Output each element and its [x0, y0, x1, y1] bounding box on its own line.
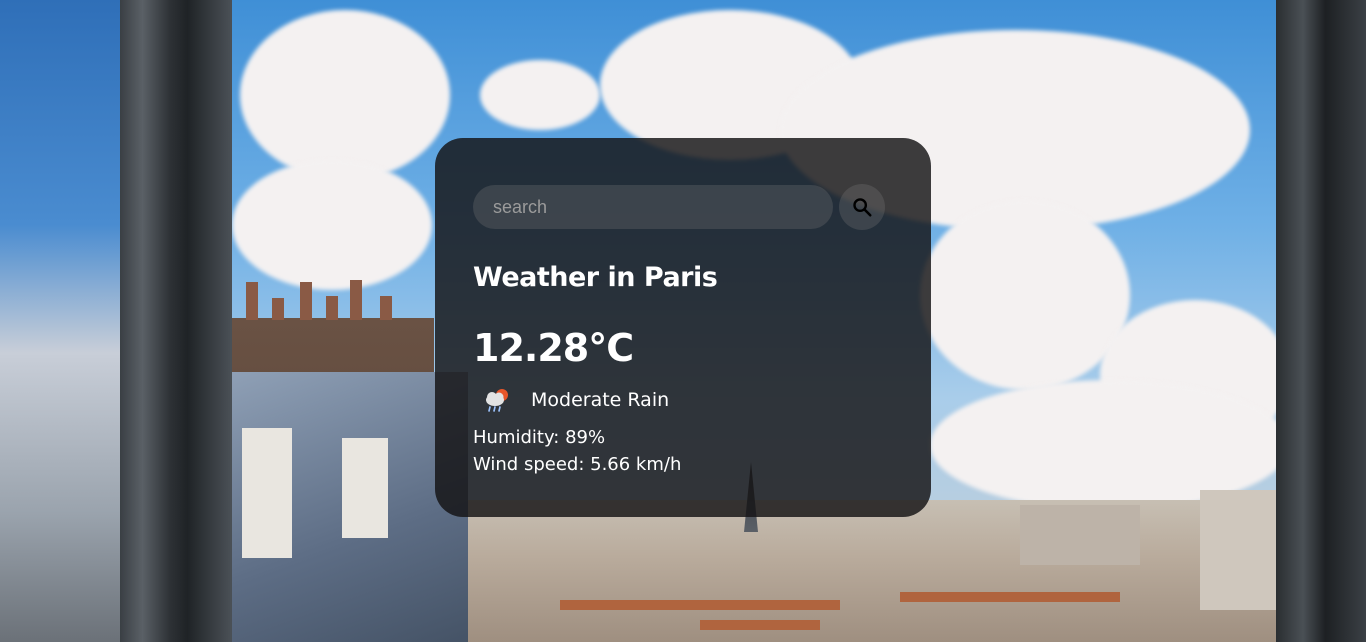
cloud [920, 200, 1130, 390]
chimney [246, 282, 258, 320]
chimney [326, 296, 338, 320]
weather-card: Weather in Paris 12.28°C Moderate Rain H… [435, 138, 931, 517]
temperature: 12.28°C [473, 326, 634, 370]
wind-speed: Wind speed: 5.66 km/h [473, 454, 682, 475]
search-button[interactable] [839, 184, 885, 230]
building [1020, 505, 1140, 565]
cloud-rain-sun-icon [486, 389, 508, 412]
chimney [380, 296, 392, 320]
chimney [350, 280, 362, 320]
humidity: Humidity: 89% [473, 427, 606, 448]
condition: Moderate Rain [481, 384, 669, 416]
dormer-window [342, 438, 388, 538]
window-frame-right [1276, 0, 1366, 642]
chimney-row [560, 600, 840, 610]
weather-description: Moderate Rain [531, 389, 670, 411]
chimney-row [900, 592, 1120, 602]
chimney [300, 282, 312, 320]
window-frame-left [120, 0, 232, 642]
chimney-row [700, 620, 820, 630]
city-rooftops [420, 500, 1290, 642]
cloud [232, 160, 432, 290]
search-bar [473, 184, 885, 230]
dormer-window [242, 428, 292, 558]
background-photo: Weather in Paris 12.28°C Moderate Rain H… [0, 0, 1366, 642]
window-glass [0, 0, 128, 642]
cloud [240, 10, 450, 180]
cloud [480, 60, 600, 130]
chimney [272, 298, 284, 320]
city-title: Weather in Paris [473, 262, 718, 293]
search-icon [853, 198, 872, 217]
search-input[interactable] [473, 185, 833, 229]
